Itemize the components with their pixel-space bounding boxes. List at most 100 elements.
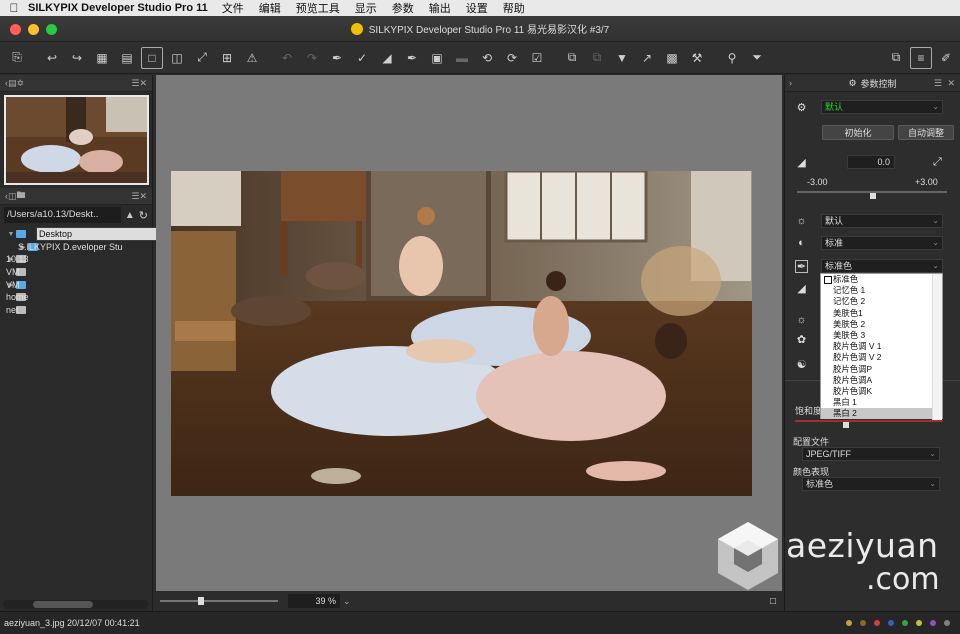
fullscreen-icon[interactable]: ⤢ <box>191 47 213 69</box>
main-photo[interactable] <box>171 171 752 496</box>
tools-icon[interactable]: ⚒ <box>686 47 708 69</box>
sharpness-icon[interactable]: ◢ <box>795 282 808 295</box>
panel-menu-icon[interactable]: ☰ <box>934 78 942 89</box>
color-label-dot[interactable] <box>930 620 936 626</box>
menu-output[interactable]: 输出 <box>429 0 451 16</box>
rotate-left-icon[interactable]: ⟲ <box>476 47 498 69</box>
undo-icon[interactable]: ↶ <box>276 47 298 69</box>
color-dropdown-option[interactable]: 记忆色 2 <box>821 296 942 307</box>
copy-params-icon[interactable]: ⧉ <box>561 47 583 69</box>
effects-icon[interactable]: ☯ <box>795 358 808 371</box>
warning-icon[interactable]: ⚠ <box>241 47 263 69</box>
menu-display[interactable]: 显示 <box>355 0 377 16</box>
color-dropdown-option[interactable]: 胶片色调 V 1 <box>821 341 942 352</box>
refresh-icon[interactable]: ↻ <box>139 209 148 222</box>
zoom-slider[interactable] <box>160 597 278 605</box>
tree-item[interactable]: home <box>0 291 152 304</box>
color-dropdown-option[interactable]: 胶片色调 V 2 <box>821 352 942 363</box>
next-image-icon[interactable]: ↪ <box>66 47 88 69</box>
minimize-window-button[interactable] <box>28 24 39 35</box>
histogram-icon[interactable]: ▩ <box>661 47 683 69</box>
tree-item[interactable]: net <box>0 304 152 317</box>
preset-select[interactable]: 默认 ⌄ <box>821 100 943 114</box>
white-balance-picker-icon[interactable]: ✓ <box>351 47 373 69</box>
redo-icon[interactable]: ↷ <box>301 47 323 69</box>
develop-icon[interactable]: ▼ <box>611 47 633 69</box>
color-dropdown-option[interactable]: 黑白 2 <box>821 408 942 420</box>
compare-view-icon[interactable]: ◫ <box>166 47 188 69</box>
menu-parameters[interactable]: 参数 <box>392 0 414 16</box>
color-label-dot[interactable] <box>874 620 880 626</box>
color-dropdown-option[interactable]: 胶片色调A <box>821 375 942 386</box>
panel-close-icon[interactable]: ✕ <box>947 78 955 89</box>
pin-icon[interactable]: ✡ <box>17 78 25 89</box>
image-viewer[interactable] <box>156 75 782 591</box>
color-label-dot[interactable] <box>860 620 866 626</box>
folder-tab-icon[interactable]: 🖿 <box>17 188 26 204</box>
color-label-dot[interactable] <box>888 620 894 626</box>
zoom-level[interactable]: 39 % <box>288 594 340 608</box>
expand-arrow-icon[interactable]: ▼ <box>6 231 16 238</box>
color-dropdown-option[interactable]: 胶片色调K <box>821 386 942 397</box>
zoom-slider-knob[interactable] <box>198 597 204 605</box>
gray-picker-icon[interactable]: ◢ <box>376 47 398 69</box>
paste-params-icon[interactable]: ⧉ <box>586 47 608 69</box>
tree-item[interactable]: ▶ S.ILKYPIX D.eveloper Stu <box>0 241 152 254</box>
gear-icon[interactable]: ⚙ <box>795 101 808 114</box>
folder-path-field[interactable]: /Users/a10.13/Deskt.. <box>4 207 121 223</box>
filmstrip-view-icon[interactable]: ▤ <box>116 47 138 69</box>
tree-item[interactable]: ▼ Desktop <box>0 227 158 242</box>
adjust-sliders-icon[interactable]: ≡ <box>910 46 932 69</box>
exposure-icon[interactable]: ◢ <box>795 156 808 169</box>
eyedropper-icon[interactable]: ✒ <box>795 259 808 273</box>
profile-select[interactable]: JPEG/TIFF ⌄ <box>802 447 940 461</box>
export-icon[interactable]: ↗ <box>636 47 658 69</box>
white-balance-select[interactable]: 默认 ⌄ <box>821 214 943 228</box>
saturation-slider[interactable] <box>795 420 943 422</box>
tree-item[interactable]: ▶ 10.13 <box>0 253 152 266</box>
horizontal-scrollbar[interactable] <box>3 600 148 609</box>
crop-icon[interactable]: ▣ <box>426 47 448 69</box>
auto-adjust-button[interactable]: 自动调整 <box>898 125 954 140</box>
panel-menu-icon[interactable]: ☰ <box>131 78 139 89</box>
color-dropdown-option[interactable]: 记忆色 1 <box>821 285 942 296</box>
color-dropdown-option[interactable]: 黑白 1 <box>821 397 942 408</box>
menu-help[interactable]: 帮助 <box>503 0 525 16</box>
initialize-button[interactable]: 初始化 <box>822 125 894 140</box>
panel-close-icon[interactable]: ✕ <box>139 78 147 89</box>
exposure-reset-icon[interactable]: ⤢ <box>933 156 942 169</box>
film-icon[interactable]: ▤ <box>8 78 17 89</box>
filter-icon[interactable]: ⏷ <box>746 47 768 69</box>
grid-view-icon[interactable]: ▦ <box>91 47 113 69</box>
panel-close-icon[interactable]: ✕ <box>139 191 147 202</box>
color-label-dot[interactable] <box>944 620 950 626</box>
exposure-input[interactable]: 0.0 <box>847 155 895 169</box>
mark-icon[interactable]: ☑ <box>526 47 548 69</box>
go-up-folder-icon[interactable]: ▲ <box>125 210 135 221</box>
menu-file[interactable]: 文件 <box>222 0 244 16</box>
comment-icon[interactable]: ◫ <box>8 191 17 202</box>
tree-item[interactable]: ▶ VM <box>0 278 152 291</box>
tree-item[interactable]: VM <box>0 266 152 279</box>
menu-app-name[interactable]: SILKYPIX Developer Studio Pro 11 <box>28 2 208 14</box>
apple-icon[interactable]:  <box>0 1 28 15</box>
sun-icon[interactable]: ☼ <box>795 215 808 228</box>
rotate-right-icon[interactable]: ⟳ <box>501 47 523 69</box>
color-dropdown-option[interactable]: 标准色 <box>821 274 942 285</box>
menu-settings[interactable]: 设置 <box>466 0 488 16</box>
menu-preview-tools[interactable]: 预览工具 <box>296 0 340 16</box>
menu-edit[interactable]: 编辑 <box>259 0 281 16</box>
dropdown-scrollbar[interactable] <box>932 274 942 420</box>
noise-icon[interactable]: ☼ <box>795 313 808 326</box>
close-window-button[interactable] <box>10 24 21 35</box>
exposure-slider-knob[interactable] <box>870 193 876 199</box>
color-expression-select[interactable]: 标准色 ⌄ <box>802 477 940 491</box>
color-select[interactable]: 标准色 ⌄ <box>821 259 943 273</box>
spot-picker-icon[interactable]: ✒ <box>401 47 423 69</box>
grid-overlay-icon[interactable]: ⊞ <box>216 47 238 69</box>
panel-layout-icon[interactable]: ⧉ <box>885 47 907 69</box>
color-label-dot[interactable] <box>846 620 852 626</box>
loupe-icon[interactable]: ⚲ <box>721 47 743 69</box>
brush-icon[interactable]: ✐ <box>935 47 957 69</box>
color-dropdown-option[interactable]: 美肤色1 <box>821 308 942 319</box>
